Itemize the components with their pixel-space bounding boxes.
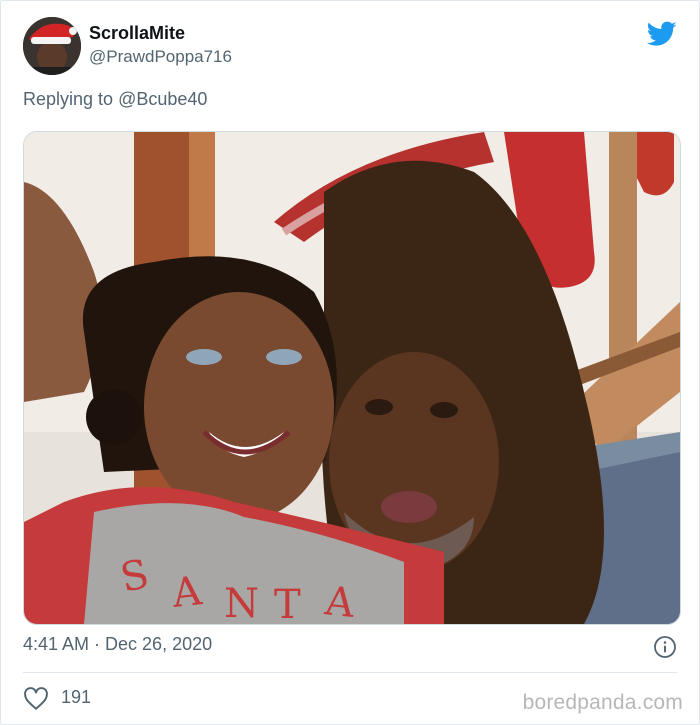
author-name[interactable]: ScrollaMite xyxy=(89,23,185,44)
svg-text:T: T xyxy=(274,582,301,624)
author-avatar[interactable] xyxy=(23,17,81,75)
author-handle[interactable]: @PrawdPoppa716 xyxy=(89,47,232,67)
reply-prefix: Replying to xyxy=(23,89,114,109)
svg-text:A: A xyxy=(169,568,205,617)
heart-icon[interactable] xyxy=(23,687,49,711)
svg-text:N: N xyxy=(224,581,259,624)
reply-context: Replying to @Bcube40 xyxy=(23,89,207,110)
info-icon[interactable] xyxy=(653,635,677,659)
like-count: 191 xyxy=(61,687,92,707)
tweet-timestamp[interactable]: 4:41 AM · Dec 26, 2020 xyxy=(23,634,212,655)
reply-mention-link[interactable]: @Bcube40 xyxy=(118,89,207,109)
tweet-photo[interactable]: S A N T A xyxy=(23,131,681,625)
source-watermark: boredpanda.com xyxy=(522,691,683,714)
twitter-bird-icon[interactable] xyxy=(646,21,677,47)
tweet-card: ScrollaMite @PrawdPoppa716 Replying to @… xyxy=(0,0,700,725)
divider xyxy=(23,672,677,673)
svg-text:A: A xyxy=(322,578,358,624)
